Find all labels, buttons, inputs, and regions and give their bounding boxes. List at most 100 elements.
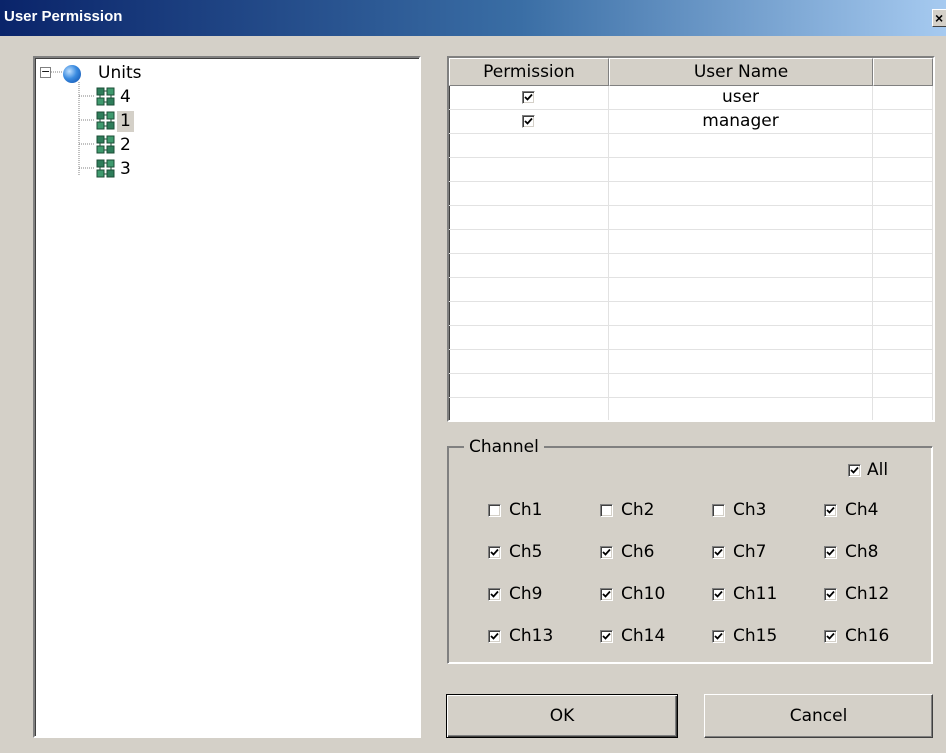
channel-checkbox-ch2[interactable]: Ch2 [600,499,654,521]
channel-checkbox-box[interactable] [712,629,725,643]
tree-root-units[interactable]: Units [95,61,144,85]
empty-cell [873,182,933,205]
channel-checkbox-box[interactable] [488,545,501,559]
channel-checkbox-ch14[interactable]: Ch14 [600,625,665,647]
channel-checkbox-ch12[interactable]: Ch12 [824,583,889,605]
column-header-empty [873,58,933,86]
empty-cell [873,86,933,109]
collapse-icon[interactable]: − [40,66,51,78]
globe-icon [63,65,81,83]
empty-cell [873,206,933,229]
permission-cell [449,182,609,205]
table-row [449,254,933,278]
cancel-button[interactable]: Cancel [704,694,933,738]
window-title: User Permission [4,8,123,25]
channel-checkbox-label: Ch13 [509,626,554,646]
channel-checkbox-ch9[interactable]: Ch9 [488,583,542,605]
checkbox-all-label: All [867,460,889,480]
channel-checkbox-label: Ch3 [733,500,767,520]
channel-checkbox-box[interactable] [824,629,837,643]
permission-checkbox[interactable] [522,114,535,128]
tree-root-label: Units [98,62,142,83]
unit-icon [95,86,117,108]
tree-node-unit[interactable]: 3 [95,157,134,181]
empty-cell [873,134,933,157]
units-tree[interactable]: − Units 4 12 3 [33,56,421,738]
channel-checkbox-label: Ch9 [509,584,543,604]
table-row[interactable]: manager [449,110,933,134]
channel-checkbox-ch11[interactable]: Ch11 [712,583,777,605]
channel-checkbox-box[interactable] [712,545,725,559]
table-row [449,278,933,302]
empty-cell [873,326,933,349]
channel-checkbox-box[interactable] [824,587,837,601]
channel-checkbox-ch6[interactable]: Ch6 [600,541,654,563]
channel-checkbox-label: Ch2 [621,500,655,520]
table-row [449,158,933,182]
table-row [449,230,933,254]
table-row [449,398,933,420]
channel-checkbox-box[interactable] [600,629,613,643]
checkbox-all-box[interactable] [848,463,861,477]
column-header-user-name[interactable]: User Name [609,58,873,86]
channel-checkbox-label: Ch1 [509,500,543,520]
channel-checkbox-box[interactable] [712,587,725,601]
user-name-cell [609,374,873,397]
channel-checkbox-label: Ch11 [733,584,778,604]
channel-checkbox-box[interactable] [488,503,501,517]
channel-checkbox-ch4[interactable]: Ch4 [824,499,878,521]
channel-checkbox-box[interactable] [488,587,501,601]
channel-checkbox-box[interactable] [600,545,613,559]
table-row[interactable]: user [449,86,933,110]
user-name-cell [609,350,873,373]
channel-checkbox-box[interactable] [712,503,725,517]
column-header-permission[interactable]: Permission [449,58,609,86]
channel-checkbox-ch15[interactable]: Ch15 [712,625,777,647]
channel-checkbox-ch5[interactable]: Ch5 [488,541,542,563]
permission-cell [449,254,609,277]
channel-checkbox-label: Ch5 [509,542,543,562]
channel-checkbox-label: Ch8 [845,542,879,562]
table-row [449,350,933,374]
user-name-cell [609,326,873,349]
empty-cell [873,278,933,301]
tree-node-unit[interactable]: 1 [95,109,134,133]
channel-group: Channel All Ch1 Ch2 Ch3 Ch4 Ch5 Ch6 Ch7 Ch8 Ch9 C… [447,437,933,664]
channel-checkbox-box[interactable] [600,503,613,517]
tree-node-unit[interactable]: 4 [95,85,134,109]
empty-cell [873,374,933,397]
channel-checkbox-label: Ch7 [733,542,767,562]
user-name-cell [609,254,873,277]
close-button[interactable]: × [932,9,946,27]
channel-checkbox-box[interactable] [824,545,837,559]
user-name-cell [609,134,873,157]
user-name-cell [609,182,873,205]
channel-checkbox-ch3[interactable]: Ch3 [712,499,766,521]
channel-checkbox-ch10[interactable]: Ch10 [600,583,665,605]
channel-checkbox-ch8[interactable]: Ch8 [824,541,878,563]
channel-checkbox-box[interactable] [600,587,613,601]
channel-checkbox-ch1[interactable]: Ch1 [488,499,542,521]
close-icon: × [935,10,944,26]
channel-checkbox-ch7[interactable]: Ch7 [712,541,766,563]
channel-checkbox-ch16[interactable]: Ch16 [824,625,889,647]
permission-cell [449,374,609,397]
permission-cell [449,326,609,349]
table-row [449,326,933,350]
table-row [449,374,933,398]
permission-cell [449,230,609,253]
permission-checkbox[interactable] [522,90,535,104]
ok-button[interactable]: OK [446,694,678,738]
channel-checkbox-ch13[interactable]: Ch13 [488,625,553,647]
permission-cell [449,398,609,420]
channel-checkbox-box[interactable] [824,503,837,517]
empty-cell [873,254,933,277]
checkbox-all[interactable]: All [848,459,888,481]
tree-node-unit[interactable]: 2 [95,133,134,157]
table-row [449,302,933,326]
table-row [449,206,933,230]
channel-checkbox-box[interactable] [488,629,501,643]
permission-cell [449,302,609,325]
user-name-cell: user [609,86,873,109]
permission-cell [449,206,609,229]
